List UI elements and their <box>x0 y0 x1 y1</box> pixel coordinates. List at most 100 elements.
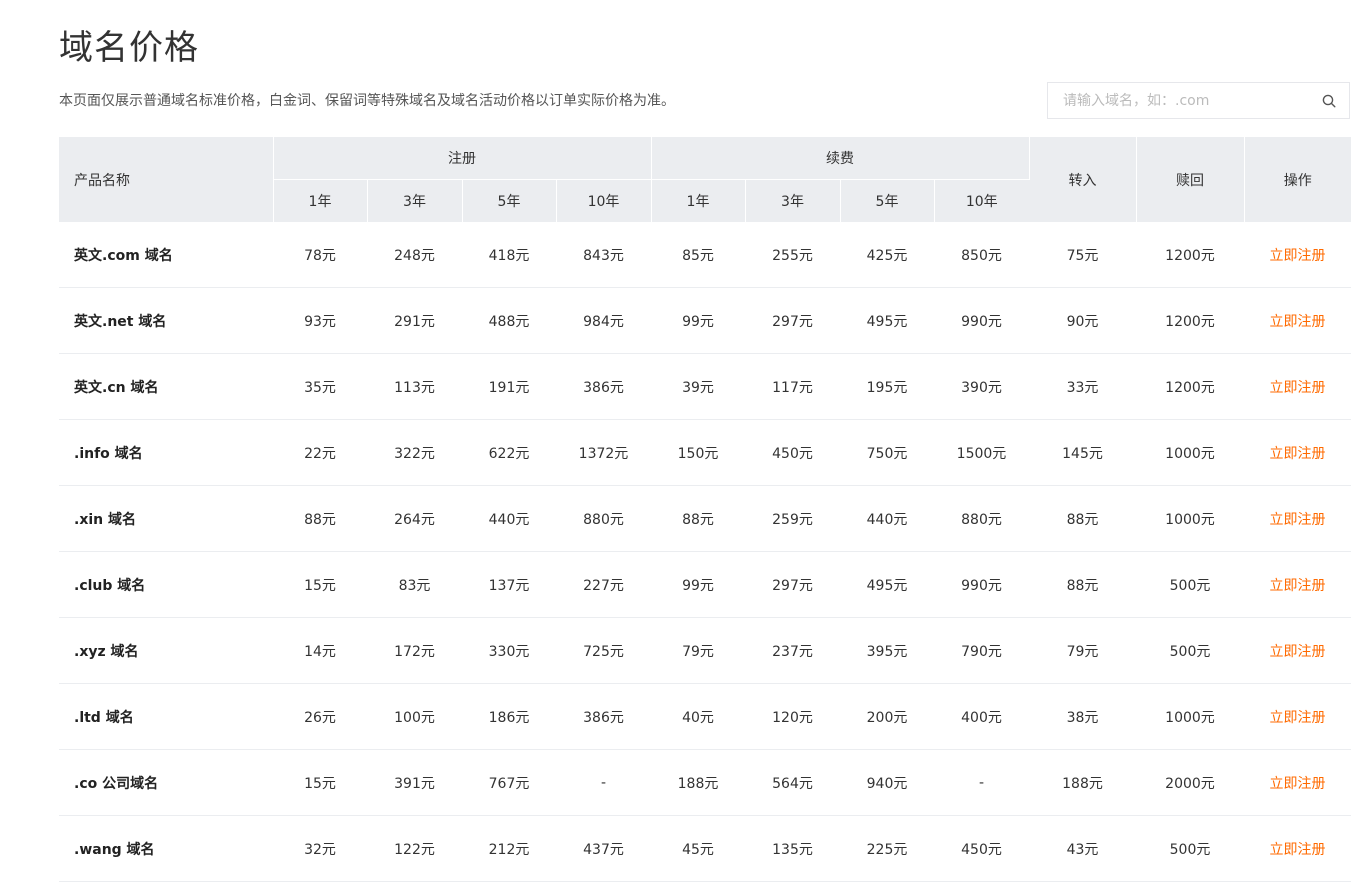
transfer-price: 79元 <box>1029 617 1136 684</box>
renew-price-10y: 1500元 <box>934 419 1029 486</box>
renew-price-5y: 395元 <box>840 617 934 684</box>
renew-price-10y: 990元 <box>934 287 1029 354</box>
register-now-link[interactable]: 立即注册 <box>1270 644 1326 660</box>
renew-price-5y: 195元 <box>840 353 934 420</box>
register-now-link[interactable]: 立即注册 <box>1270 446 1326 462</box>
renew-price-3y: 255元 <box>745 222 840 288</box>
domain-search-input[interactable] <box>1048 83 1309 118</box>
header-renew-10y: 10年 <box>934 179 1029 222</box>
register-price-10y: 227元 <box>556 551 651 618</box>
register-price-1y: 93元 <box>273 287 367 354</box>
renew-price-1y: 39元 <box>651 353 745 420</box>
renew-price-3y: 135元 <box>745 815 840 882</box>
register-price-5y: 186元 <box>462 683 556 750</box>
action-cell: 立即注册 <box>1244 353 1351 420</box>
redeem-price: 500元 <box>1136 617 1244 684</box>
table-row: .wang 域名 32元 122元 212元 437元 45元 135元 225元 450元 43… <box>59 815 1351 882</box>
register-price-5y: 191元 <box>462 353 556 420</box>
renew-price-10y: 450元 <box>934 815 1029 882</box>
renew-price-5y: 225元 <box>840 815 934 882</box>
table-row: 英文.cn 域名 35元 113元 191元 386元 39元 117元 195元 390元 33… <box>59 353 1351 420</box>
redeem-price: 1200元 <box>1136 222 1244 288</box>
register-price-3y: 172元 <box>367 617 462 684</box>
renew-price-10y: 390元 <box>934 353 1029 420</box>
transfer-price: 88元 <box>1029 485 1136 552</box>
table-row: .xyz 域名 14元 172元 330元 725元 79元 237元 395元 790元 79元… <box>59 617 1351 684</box>
header-register-3y: 3年 <box>367 179 463 222</box>
redeem-price: 1000元 <box>1136 683 1244 750</box>
renew-price-10y: 990元 <box>934 551 1029 618</box>
renew-price-1y: 79元 <box>651 617 745 684</box>
page-description: 本页面仅展示普通域名标准价格，白金词、保留词等特殊域名及域名活动价格以订单实际价… <box>59 93 675 109</box>
register-price-1y: 78元 <box>273 222 367 288</box>
register-now-link[interactable]: 立即注册 <box>1270 314 1326 330</box>
transfer-price: 88元 <box>1029 551 1136 618</box>
table-row: .club 域名 15元 83元 137元 227元 99元 297元 495元 990元 88元… <box>59 551 1351 618</box>
renew-price-3y: 297元 <box>745 287 840 354</box>
header-action: 操作 <box>1244 137 1351 222</box>
action-cell: 立即注册 <box>1244 617 1351 684</box>
register-price-1y: 88元 <box>273 485 367 552</box>
header-redeem: 赎回 <box>1136 137 1245 222</box>
action-cell: 立即注册 <box>1244 485 1351 552</box>
renew-price-3y: 450元 <box>745 419 840 486</box>
header-product-name: 产品名称 <box>59 137 274 222</box>
register-now-link[interactable]: 立即注册 <box>1270 512 1326 528</box>
header-transfer: 转入 <box>1029 137 1137 222</box>
renew-price-1y: 150元 <box>651 419 745 486</box>
renew-price-3y: 297元 <box>745 551 840 618</box>
header-renew-1y: 1年 <box>651 179 746 222</box>
product-name: .ltd 域名 <box>59 683 273 750</box>
register-price-10y: - <box>556 749 651 816</box>
register-price-10y: 843元 <box>556 222 651 288</box>
header-register-5y: 5年 <box>462 179 557 222</box>
action-cell: 立即注册 <box>1244 287 1351 354</box>
product-name: 英文.cn 域名 <box>59 353 273 420</box>
page-title: 域名价格 <box>59 28 199 68</box>
search-icon <box>1322 94 1336 108</box>
table-row: .xin 域名 88元 264元 440元 880元 88元 259元 440元 880元 88元… <box>59 485 1351 552</box>
redeem-price: 500元 <box>1136 815 1244 882</box>
register-price-3y: 122元 <box>367 815 462 882</box>
product-name: 英文.com 域名 <box>59 222 273 288</box>
register-now-link[interactable]: 立即注册 <box>1270 842 1326 858</box>
register-price-1y: 22元 <box>273 419 367 486</box>
renew-price-10y: 400元 <box>934 683 1029 750</box>
register-price-10y: 386元 <box>556 353 651 420</box>
register-now-link[interactable]: 立即注册 <box>1270 248 1326 264</box>
redeem-price: 1200元 <box>1136 353 1244 420</box>
register-price-3y: 264元 <box>367 485 462 552</box>
header-register-1y: 1年 <box>273 179 368 222</box>
register-price-10y: 984元 <box>556 287 651 354</box>
register-now-link[interactable]: 立即注册 <box>1270 710 1326 726</box>
register-price-10y: 386元 <box>556 683 651 750</box>
register-price-1y: 32元 <box>273 815 367 882</box>
header-renew: 续费 <box>651 137 1030 180</box>
renew-price-1y: 88元 <box>651 485 745 552</box>
transfer-price: 38元 <box>1029 683 1136 750</box>
register-price-10y: 437元 <box>556 815 651 882</box>
header-renew-5y: 5年 <box>840 179 935 222</box>
register-price-5y: 622元 <box>462 419 556 486</box>
action-cell: 立即注册 <box>1244 683 1351 750</box>
renew-price-1y: 40元 <box>651 683 745 750</box>
product-name: .club 域名 <box>59 551 273 618</box>
action-cell: 立即注册 <box>1244 419 1351 486</box>
register-price-10y: 1372元 <box>556 419 651 486</box>
register-now-link[interactable]: 立即注册 <box>1270 776 1326 792</box>
renew-price-5y: 425元 <box>840 222 934 288</box>
search-button[interactable] <box>1309 83 1349 118</box>
action-cell: 立即注册 <box>1244 815 1351 882</box>
table-row: 英文.com 域名 78元 248元 418元 843元 85元 255元 425元 850元 7… <box>59 222 1351 288</box>
register-price-3y: 113元 <box>367 353 462 420</box>
renew-price-5y: 440元 <box>840 485 934 552</box>
product-name: 英文.net 域名 <box>59 287 273 354</box>
register-now-link[interactable]: 立即注册 <box>1270 578 1326 594</box>
transfer-price: 33元 <box>1029 353 1136 420</box>
renew-price-10y: 850元 <box>934 222 1029 288</box>
transfer-price: 145元 <box>1029 419 1136 486</box>
redeem-price: 1200元 <box>1136 287 1244 354</box>
renew-price-3y: 564元 <box>745 749 840 816</box>
table-header: 产品名称 注册 续费 转入 赎回 操作 1年 3年 5年 10年 1年 3年 5… <box>59 137 1351 222</box>
register-now-link[interactable]: 立即注册 <box>1270 380 1326 396</box>
